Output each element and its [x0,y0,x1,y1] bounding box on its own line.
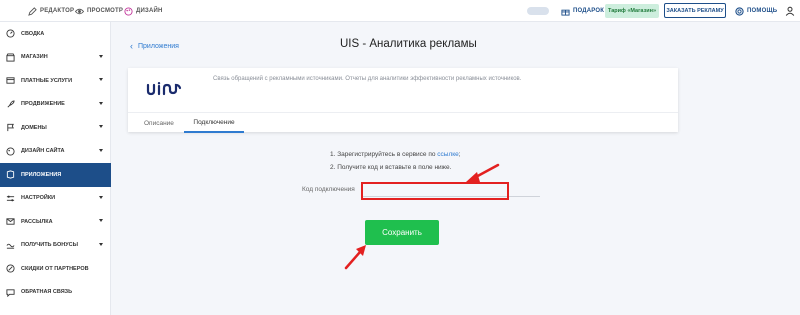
sidebar-item-label: ПРОДВИЖЕНИЕ [21,101,65,108]
sidebar-item[interactable]: СКИДКИ ОТ ПАРТНЕРОВ [0,257,111,281]
gauge-icon [6,29,15,38]
tariff-badge[interactable]: Тариф «Магазин» [605,4,659,18]
annotation-highlight-box [361,182,509,200]
sidebar-item-label: РАССЫЛКА [21,218,53,225]
sidebar-item[interactable]: РАССЫЛКА [0,210,111,234]
sidebar-item-label: СВОДКА [21,30,45,37]
blurred-account [527,7,549,15]
flag-icon [6,123,15,132]
preview-button[interactable]: ПРОСМОТР [75,0,123,22]
apps-icon [6,170,15,179]
sidebar-item-label: СКИДКИ ОТ ПАРТНЕРОВ [21,265,89,272]
chevron-down-icon [99,148,103,152]
store-icon [6,53,15,62]
sidebar-item[interactable]: МАГАЗИН [0,46,111,70]
tab-bar: Описание Подключение [128,112,678,133]
user-icon[interactable] [785,6,795,16]
design-label: ДИЗАЙН [136,8,163,14]
palette-icon [124,6,133,16]
sidebar-item[interactable]: НАСТРОЙКИ [0,187,111,211]
bonus-icon [6,241,15,250]
sidebar-item[interactable]: ПЛАТНЫЕ УСЛУГИ [0,69,111,93]
eye-icon [75,8,84,14]
chevron-down-icon [99,54,103,58]
sidebar-item-label: МАГАЗИН [21,54,48,61]
gifts-label: ПОДАРОК [573,8,605,14]
connection-code-label: Код подключения [302,186,355,193]
tab-description[interactable]: Описание [144,113,174,133]
editor-label: РЕДАКТОР [40,8,75,14]
back-link[interactable]: ‹ Приложения [130,41,179,51]
sidebar-item[interactable]: ДОМЕНЫ [0,116,111,140]
sidebar-item-label: ПЛАТНЫЕ УСЛУГИ [21,77,73,84]
preview-label: ПРОСМОТР [87,8,124,14]
palette-icon [6,147,15,156]
app-card: Связь обращений с рекламными источниками… [128,68,678,133]
step-get-code: 2. Получите код и вставьте в поле ниже. [330,164,452,171]
card-icon [6,76,15,85]
back-link-label: Приложения [138,42,179,50]
chevron-down-icon [99,101,103,105]
chat-icon [6,288,15,297]
step-register-end: ; [458,151,461,158]
sidebar-item-label: ПРИЛОЖЕНИЯ [21,171,62,178]
sidebar-item-label: НАСТРОЙКИ [21,195,56,202]
gifts-button[interactable]: ПОДАРОК [561,0,604,22]
sidebar-item-label: ПОЛУЧИТЬ БОНУСЫ [21,242,79,249]
sidebar-item-label: ОБРАТНАЯ СВЯЗЬ [21,289,73,296]
help-button[interactable]: ПОМОЩЬ [735,0,777,22]
percent-icon [6,264,15,273]
sidebar-item[interactable]: ПРОДВИЖЕНИЕ [0,93,111,117]
top-bar: РЕДАКТОР ПРОСМОТР ДИЗАЙН ПОДАРОК Тариф «… [0,0,800,22]
arrow-to-input [466,163,500,182]
sidebar-item[interactable]: ПРИЛОЖЕНИЯ [0,163,111,187]
page-title: UIS - Аналитика рекламы [340,38,477,50]
sidebar-item[interactable]: ДИЗАЙН САЙТА [0,140,111,164]
sliders-icon [6,194,15,203]
rocket-icon [6,100,15,109]
order-ads-button[interactable]: ЗАКАЗАТЬ РЕКЛАМУ [664,3,726,18]
gift-icon [561,9,570,16]
save-button[interactable]: Сохранить [365,220,439,245]
chevron-down-icon [99,219,103,222]
step-register-text: 1. Зарегистрируйтесь в сервисе по [330,151,438,158]
chevron-down-icon [99,242,103,246]
sidebar: СВОДКА МАГАЗИН ПЛАТНЫЕ УСЛУГИ ПРОДВИЖЕНИЕ ДО… [0,22,111,315]
uis-logo [146,82,182,96]
chevron-down-icon [99,78,103,81]
sidebar-item-label: ДИЗАЙН САЙТА [21,148,65,155]
sidebar-item[interactable]: СВОДКА [0,22,111,46]
chevron-down-icon [99,125,103,128]
pencil-icon [28,6,37,16]
mail-icon [6,217,15,226]
chevron-down-icon [99,195,103,199]
register-link[interactable]: ссылке [437,151,459,158]
help-label: ПОМОЩЬ [747,8,778,14]
tab-connection[interactable]: Подключение [184,113,244,133]
sidebar-item[interactable]: ОБРАТНАЯ СВЯЗЬ [0,281,111,305]
sidebar-item[interactable]: ПОЛУЧИТЬ БОНУСЫ [0,234,111,258]
editor-button[interactable]: РЕДАКТОР [28,0,74,22]
step-register: 1. Зарегистрируйтесь в сервисе по ссылке… [330,151,461,158]
app-description: Связь обращений с рекламными источниками… [213,76,522,82]
arrow-to-save [344,245,366,270]
chevron-left-icon: ‹ [130,41,133,51]
sidebar-item-label: ДОМЕНЫ [21,124,47,131]
design-button[interactable]: ДИЗАЙН [124,0,163,22]
help-icon [735,6,744,16]
